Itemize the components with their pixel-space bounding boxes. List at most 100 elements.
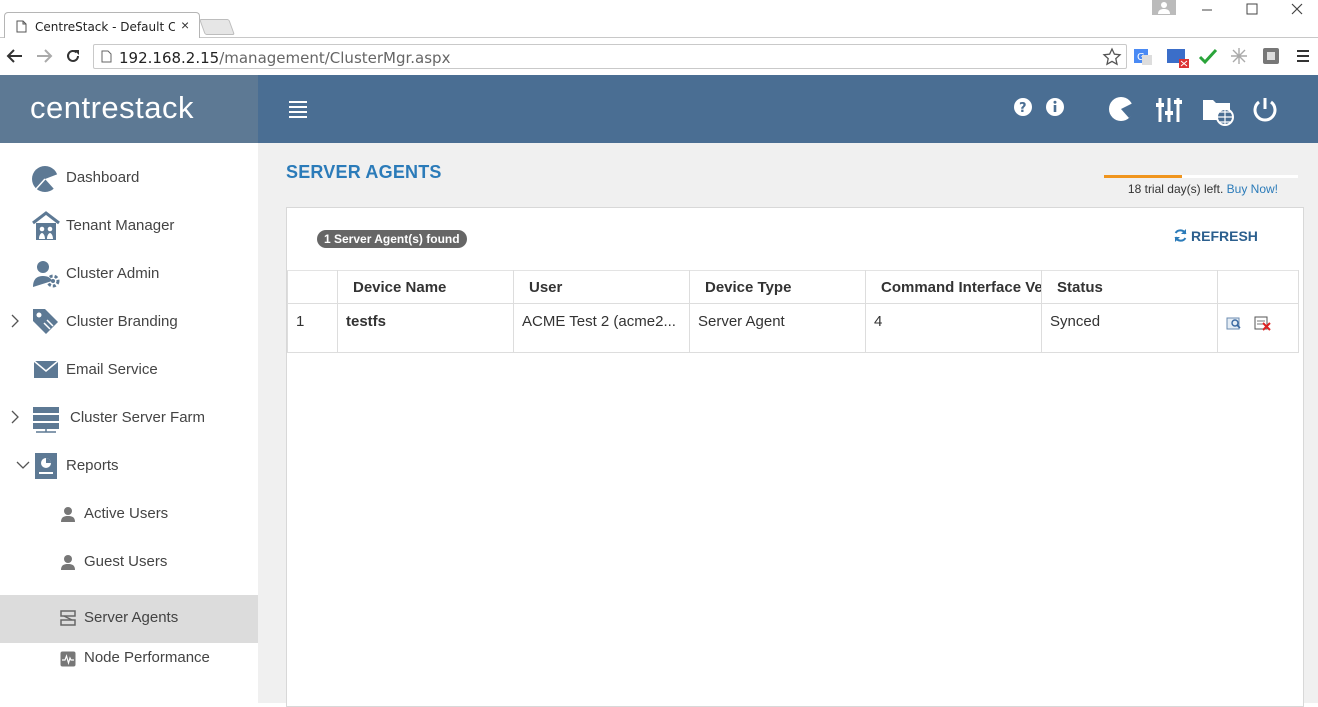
reload-icon[interactable] — [64, 47, 82, 65]
column-header-command-interface-version[interactable]: Command Interface Ver — [865, 270, 1042, 304]
column-header-status[interactable]: Status — [1041, 270, 1218, 304]
trial-progress-bar — [1104, 175, 1298, 178]
server-farm-icon — [32, 405, 60, 433]
brand-logo[interactable]: centrestack — [0, 75, 258, 143]
user-icon — [60, 506, 76, 522]
url-text: 192.168.2.15/management/ClusterMgr.aspx — [119, 49, 450, 67]
tab-close-icon[interactable]: × — [181, 17, 189, 33]
settings-sliders-icon[interactable] — [1155, 94, 1183, 124]
table-row[interactable]: 1 testfs ACME Test 2 (acme2... Server Ag… — [287, 303, 1299, 353]
sidebar-item-label: Cluster Server Farm — [70, 409, 206, 426]
server-agents-table: Device Name User Device Type Command Int… — [287, 270, 1299, 353]
cell-index: 1 — [287, 303, 338, 353]
sidebar-item-tenant-manager[interactable]: Tenant Manager — [0, 203, 258, 251]
sidebar-item-label: Email Service — [66, 361, 158, 378]
sidebar-item-label: Cluster Branding — [66, 313, 178, 330]
sidebar-item-reports[interactable]: Reports — [0, 443, 258, 491]
dashboard-pie-icon[interactable] — [1107, 95, 1135, 123]
column-header-user[interactable]: User — [513, 270, 690, 304]
cell-status: Synced — [1041, 303, 1218, 353]
found-count-badge: 1 Server Agent(s) found — [317, 230, 467, 248]
hamburger-menu-icon[interactable] — [288, 100, 308, 118]
browser-tab-strip: CentreStack - Default Clus × — [0, 0, 1318, 39]
url-path: /management/ClusterMgr.aspx — [219, 49, 451, 67]
sidebar-item-node-performance[interactable]: Node Performance — [0, 635, 258, 683]
sidebar-item-label: Cluster Admin — [66, 265, 160, 282]
check-extension-icon[interactable] — [1198, 48, 1218, 66]
forward-icon[interactable] — [35, 48, 53, 64]
address-bar[interactable]: 192.168.2.15/management/ClusterMgr.aspx — [93, 44, 1127, 69]
trial-notice: 18 trial day(s) left. Buy Now! — [1104, 182, 1278, 196]
sidebar-item-guest-users[interactable]: Guest Users — [0, 539, 258, 587]
cell-device-name[interactable]: testfs — [337, 303, 514, 353]
sidebar-item-cluster-branding[interactable]: Cluster Branding — [0, 299, 258, 347]
app-header: ? — [258, 75, 1318, 143]
extension-icon[interactable] — [1262, 47, 1280, 65]
sidebar-item-dashboard[interactable]: Dashboard — [0, 155, 258, 203]
sidebar-item-label: Server Agents — [84, 609, 179, 626]
column-header-device-name[interactable]: Device Name — [337, 270, 514, 304]
chevron-right-icon[interactable] — [10, 314, 20, 328]
table-header-row: Device Name User Device Type Command Int… — [287, 270, 1299, 304]
branding-icon — [31, 307, 61, 337]
browser-tab[interactable]: CentreStack - Default Clus × — [4, 12, 200, 39]
cell-command-interface-version: 4 — [865, 303, 1042, 353]
user-icon — [60, 554, 76, 570]
sidebar-item-label: Dashboard — [66, 169, 140, 186]
sidebar-item-cluster-admin[interactable]: Cluster Admin — [0, 251, 258, 299]
trial-days-text: 18 trial day(s) left. — [1127, 182, 1224, 196]
column-header-device-type[interactable]: Device Type — [689, 270, 866, 304]
maximize-icon[interactable] — [1245, 2, 1259, 16]
refresh-icon — [1173, 228, 1188, 243]
server-agent-icon — [60, 610, 76, 626]
sidebar-item-email-service[interactable]: Email Service — [0, 347, 258, 395]
info-icon[interactable] — [1045, 97, 1065, 117]
reports-icon — [34, 452, 58, 480]
sidebar-item-active-users[interactable]: Active Users — [0, 491, 258, 539]
menu-icon[interactable] — [1296, 49, 1310, 63]
bookmark-star-icon[interactable] — [1102, 47, 1122, 67]
remove-agent-icon[interactable] — [1254, 315, 1272, 331]
translate-extension-icon[interactable]: G — [1133, 47, 1153, 67]
column-header-index — [287, 270, 338, 304]
profile-icon[interactable] — [1152, 0, 1176, 15]
chevron-down-icon[interactable] — [16, 460, 30, 470]
dashboard-icon — [31, 165, 59, 193]
new-tab-button[interactable] — [199, 19, 235, 35]
snowflake-extension-icon[interactable] — [1230, 47, 1248, 65]
page-title: SERVER AGENTS — [286, 162, 442, 182]
email-icon — [33, 360, 59, 380]
sidebar: Dashboard Tenant Manager Cluster Admin C… — [0, 143, 258, 703]
minimize-icon[interactable] — [1200, 2, 1214, 16]
view-details-icon[interactable] — [1226, 315, 1242, 331]
sidebar-item-label: Tenant Manager — [66, 217, 175, 234]
back-icon[interactable] — [6, 48, 24, 64]
tenant-icon — [32, 211, 60, 241]
refresh-button[interactable]: REFRESH — [1173, 225, 1258, 247]
cast-extension-icon[interactable] — [1166, 47, 1190, 69]
trial-progress-fill — [1104, 175, 1182, 178]
page-info-icon[interactable] — [101, 50, 112, 63]
sidebar-item-label: Active Users — [84, 505, 169, 522]
brand-text: centrestack — [30, 90, 195, 125]
buy-now-link[interactable]: Buy Now! — [1227, 182, 1278, 196]
svg-text:?: ? — [1019, 101, 1027, 116]
close-window-icon[interactable] — [1290, 2, 1304, 16]
cell-device-type: Server Agent — [689, 303, 866, 353]
power-icon[interactable] — [1251, 95, 1279, 123]
cell-user: ACME Test 2 (acme2... — [513, 303, 690, 353]
url-host: 192.168.2.15 — [119, 49, 220, 67]
sidebar-item-cluster-server-farm[interactable]: Cluster Server Farm — [0, 395, 258, 443]
main-content: SERVER AGENTS 18 trial day(s) left. Buy … — [258, 143, 1318, 707]
cluster-admin-icon — [33, 259, 61, 289]
sidebar-item-label: Node Performance — [84, 649, 210, 666]
web-folder-icon[interactable] — [1201, 94, 1235, 128]
cell-actions — [1217, 303, 1299, 353]
performance-icon — [60, 651, 76, 667]
chevron-right-icon[interactable] — [10, 410, 20, 424]
sidebar-item-label: Guest Users — [84, 553, 168, 570]
tab-title: CentreStack - Default Clus — [35, 20, 175, 34]
sidebar-item-label: Reports — [66, 457, 119, 474]
column-header-actions — [1217, 270, 1299, 304]
help-icon[interactable]: ? — [1013, 97, 1033, 117]
